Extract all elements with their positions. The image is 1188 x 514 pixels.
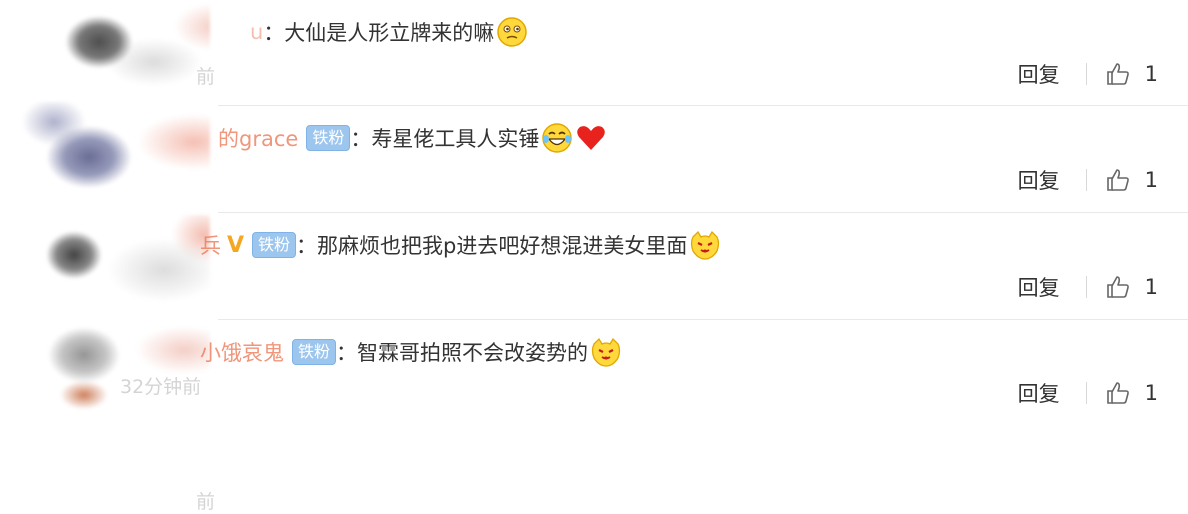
comment-line: u ：大仙是人形立牌来的嘛 xyxy=(250,14,528,50)
cat-face-emoji xyxy=(591,337,621,367)
comment-actions: 回复 1 xyxy=(1018,164,1158,196)
reply-button[interactable]: 回复 xyxy=(1018,59,1060,89)
comment-time: 前 xyxy=(196,66,216,88)
like-count: 1 xyxy=(1144,62,1158,86)
reply-button[interactable]: 回复 xyxy=(1018,378,1060,408)
comment-text: ：大仙是人形立牌来的嘛 xyxy=(263,21,495,45)
thumbs-up-icon xyxy=(1106,382,1129,404)
like-count: 1 xyxy=(1144,275,1158,299)
username[interactable]: u xyxy=(250,20,263,44)
cat-face-emoji xyxy=(691,230,720,260)
like-count: 1 xyxy=(1144,381,1158,405)
comment-item: 兵 V 铁粉 ：那麻烦也把我p进去吧好想混进美女里面 前 回复 1 xyxy=(0,213,1188,513)
avatar[interactable] xyxy=(14,102,210,200)
thumbs-up-icon xyxy=(1106,169,1129,191)
reply-button[interactable]: 回复 xyxy=(1018,272,1060,302)
fan-badge[interactable]: 铁粉 xyxy=(252,232,297,258)
thumbs-up-icon xyxy=(1106,276,1129,298)
comment-time: 前 xyxy=(196,491,216,513)
comment-item: 小饿哀鬼 铁粉 ：智霖哥拍照不会改姿势的 32分钟前 回复 1 xyxy=(0,320,1188,422)
comment-item: u ：大仙是人形立牌来的嘛 前 回复 1 xyxy=(0,0,1188,105)
action-divider xyxy=(1085,63,1087,85)
username[interactable]: 兵 xyxy=(200,230,221,260)
red-heart-emoji xyxy=(577,126,606,150)
comment-list: u ：大仙是人形立牌来的嘛 前 回复 1 的grace 铁粉 ：寿星佬工具人实锤… xyxy=(0,0,1188,513)
comment-actions: 回复 1 xyxy=(1018,58,1158,90)
comment-item: 的grace 铁粉 ：寿星佬工具人实锤 回复 1 xyxy=(0,102,1188,212)
username[interactable]: 小饿哀鬼 xyxy=(200,337,284,367)
thinking-face-emoji xyxy=(497,17,528,47)
vip-badge[interactable]: V xyxy=(227,233,244,258)
like-button[interactable]: 1 xyxy=(1105,61,1158,87)
like-button[interactable]: 1 xyxy=(1105,167,1158,193)
comment-time: 32分钟前 xyxy=(120,376,202,398)
like-button[interactable]: 1 xyxy=(1105,274,1158,300)
comment-text: ：寿星佬工具人实锤 xyxy=(350,127,540,151)
like-button[interactable]: 1 xyxy=(1105,380,1158,406)
avatar[interactable] xyxy=(14,320,210,418)
comment-actions: 回复 1 xyxy=(1018,377,1158,409)
reply-button[interactable]: 回复 xyxy=(1018,165,1060,195)
action-divider xyxy=(1085,276,1087,298)
comment-line: 兵 V 铁粉 ：那麻烦也把我p进去吧好想混进美女里面 xyxy=(200,227,721,263)
action-divider xyxy=(1085,169,1087,191)
comment-actions: 回复 1 xyxy=(1018,271,1158,303)
fan-badge[interactable]: 铁粉 xyxy=(292,339,337,365)
fan-badge[interactable]: 铁粉 xyxy=(306,125,351,151)
thumbs-up-icon xyxy=(1106,63,1129,85)
avatar[interactable] xyxy=(14,215,210,313)
comment-text: ：智霖哥拍照不会改姿势的 xyxy=(336,341,589,365)
like-count: 1 xyxy=(1144,168,1158,192)
tears-of-joy-emoji xyxy=(542,123,573,153)
username[interactable]: 的grace xyxy=(218,123,298,153)
comment-line: 的grace 铁粉 ：寿星佬工具人实锤 xyxy=(218,120,607,156)
action-divider xyxy=(1085,382,1087,404)
comment-line: 小饿哀鬼 铁粉 ：智霖哥拍照不会改姿势的 xyxy=(200,334,622,370)
comment-text: ：那麻烦也把我p进去吧好想混进美女里面 xyxy=(296,234,688,258)
avatar[interactable] xyxy=(14,2,210,100)
